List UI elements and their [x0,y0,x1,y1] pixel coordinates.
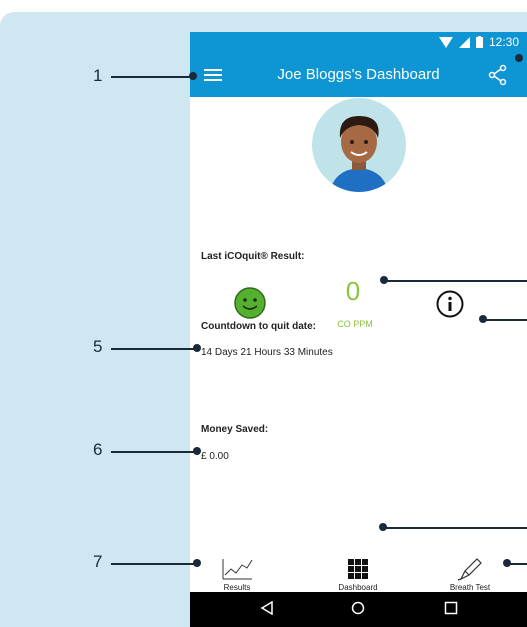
result-unit: CO PPM [337,319,373,329]
nav-dashboard[interactable]: Dashboard [323,557,393,592]
nav-breath-test-label: Breath Test [449,583,491,592]
callout-7-dot [193,559,201,567]
bottom-nav: Results Dashboard Breath Test [190,557,527,592]
callout-1: 1 [93,66,103,85]
callout-7-line [111,563,196,565]
info-icon[interactable] [436,290,464,318]
nav-results[interactable]: Results [202,557,272,592]
last-result-label: Last iCOquit® Result: [201,251,305,262]
callout-info-line [483,319,527,321]
smiley-icon [234,287,266,319]
app-bar: Joe Bloggs's Dashboard [190,54,527,97]
status-time: 12:30 [488,35,519,49]
result-value: 0 [345,276,361,306]
callout-6: 6 [93,440,103,459]
status-bar: 12:30 [190,32,527,54]
money-saved-label: Money Saved: [201,424,269,435]
nav-breath-test[interactable]: Breath Test [435,557,505,592]
chart-icon [222,559,253,580]
nav-dashboard-label: Dashboard [338,583,378,592]
battery-icon [475,36,483,48]
pen-icon [457,558,482,581]
nav-results-label: Results [223,583,251,592]
callout-1-dot [189,72,197,80]
callout-1-line [111,76,193,78]
callout-5: 5 [93,337,103,356]
system-nav-bar [190,592,527,627]
back-icon[interactable] [260,601,274,615]
countdown-label: Countdown to quit date: [201,321,316,332]
callout-share-dot [515,54,523,62]
callout-5-line [111,348,196,350]
money-saved-value: £ 0.00 [201,451,229,462]
countdown-value: 14 Days 21 Hours 33 Minutes [201,347,333,358]
phone-screen: 12:30 Joe Bloggs's Dashboard Last iCOqui… [190,32,527,627]
page-title: Joe Bloggs's Dashboard [277,66,440,83]
callout-7: 7 [93,552,103,571]
share-icon[interactable] [487,64,509,86]
callout-5-dot [193,344,201,352]
home-icon[interactable] [351,601,365,615]
avatar[interactable] [312,98,406,192]
signal-icon [458,36,470,48]
callout-6-line [111,451,196,453]
callout-result-line [384,280,527,282]
grid-icon [348,559,368,579]
callout-6-dot [193,447,201,455]
recents-icon[interactable] [444,601,458,615]
wifi-icon [438,36,453,48]
callout-nav-line [383,527,527,529]
callout-breath-line [507,563,527,565]
